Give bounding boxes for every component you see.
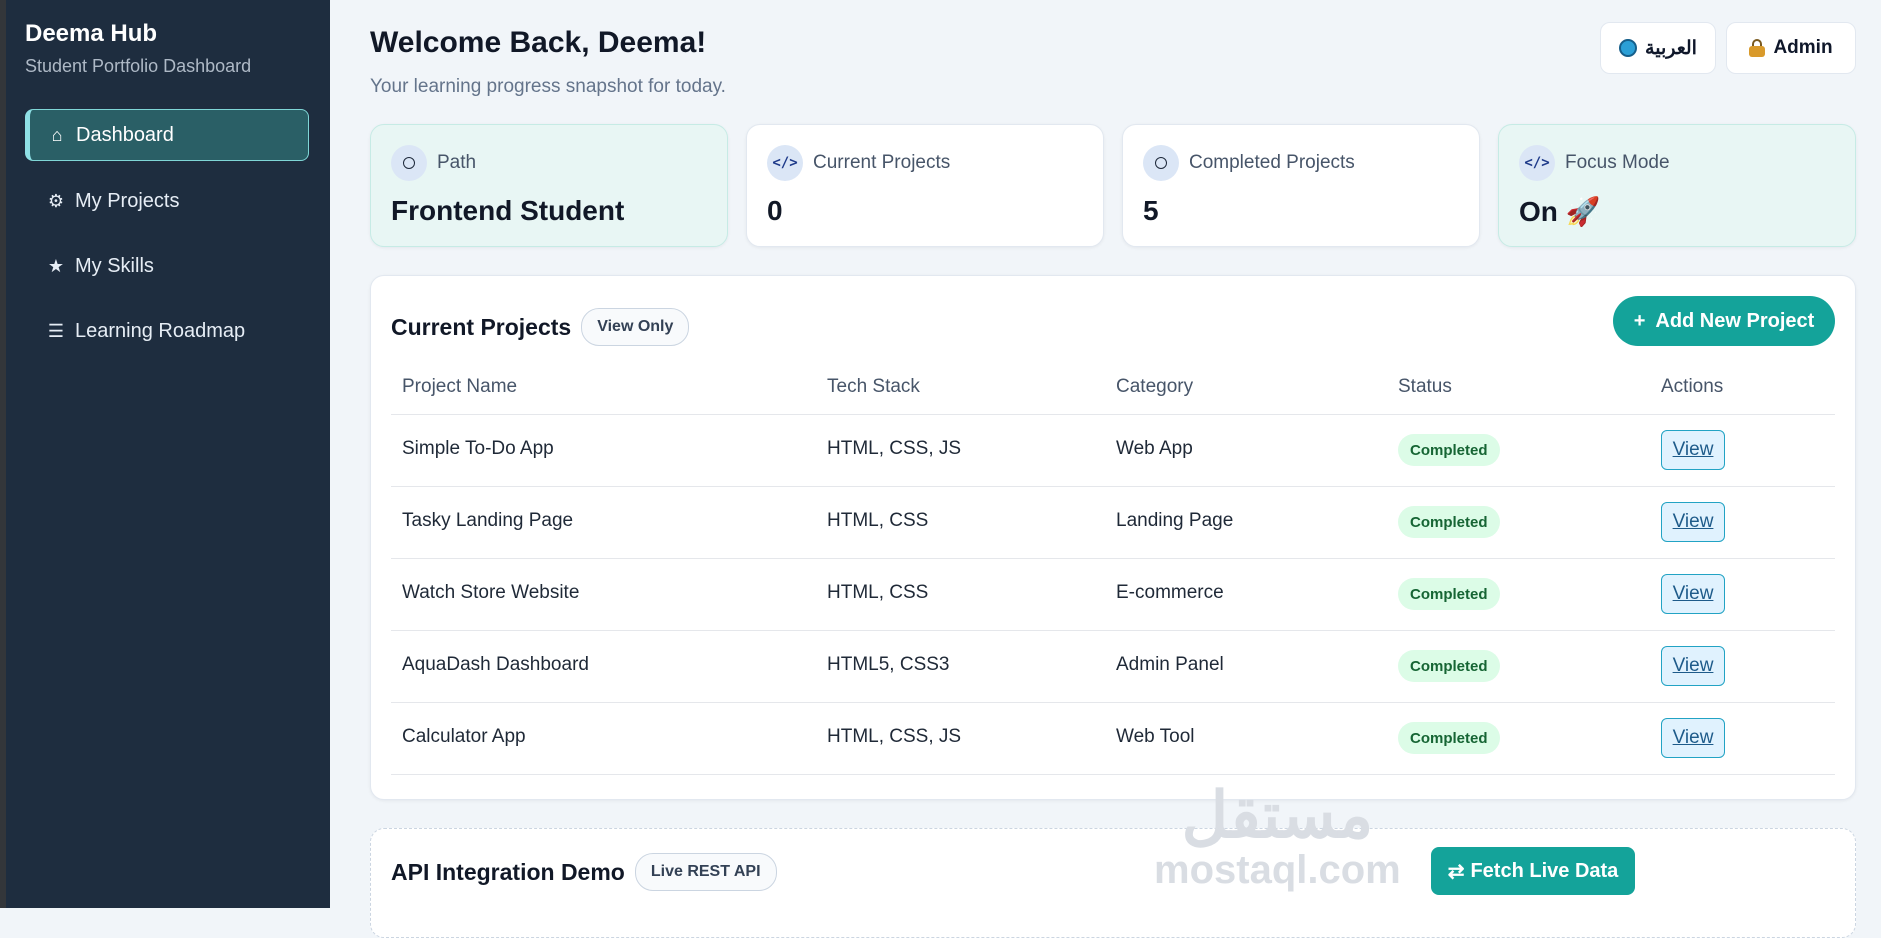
status-badge: Completed [1398,650,1500,682]
code-icon: </> [1519,145,1555,181]
sidebar-item-my-projects[interactable]: ⚙ My Projects [25,175,309,227]
api-panel: API Integration Demo Live REST API ⇄ Fet… [370,828,1856,938]
stat-label: Completed Projects [1189,152,1355,173]
tech-stack: HTML5, CSS3 [827,654,950,675]
column-header: Category [1116,376,1194,397]
status-badge: Completed [1398,722,1500,754]
category: Landing Page [1116,510,1234,531]
category: Web App [1116,438,1193,459]
plus-icon: + [1633,309,1646,332]
project-name: Calculator App [402,726,526,747]
view-button[interactable]: View [1661,646,1725,686]
sidebar-item-label: Dashboard [76,123,174,146]
live-api-badge: Live REST API [634,853,777,891]
category: Web Tool [1116,726,1195,747]
stat-card-focus-mode: </> Focus Mode On 🚀 [1498,124,1856,247]
project-name: Watch Store Website [402,582,580,603]
projects-panel: Current Projects View Only + Add New Pro… [370,275,1856,800]
globe-icon [1619,39,1638,57]
star-icon: ★ [47,255,65,276]
swap-icon: ⇄ [1447,860,1465,883]
admin-button[interactable]: Admin [1726,22,1856,74]
list-icon: ☰ [47,320,65,341]
tech-stack: HTML, CSS [827,582,929,603]
view-button[interactable]: View [1661,574,1725,614]
section-title: Current Projects [391,313,572,340]
view-only-badge: View Only [581,308,690,346]
add-project-button[interactable]: + Add New Project [1613,296,1835,346]
tech-stack: HTML, CSS [827,510,929,531]
table-row: Calculator App HTML, CSS, JS Web Tool Co… [391,702,1835,775]
admin-label: Admin [1773,37,1833,58]
view-button[interactable]: View [1661,718,1725,758]
column-header: Project Name [402,376,518,397]
main-content: Welcome Back, Deema! Your learning progr… [330,0,1881,938]
stat-value: 0 [767,195,783,226]
category: Admin Panel [1116,654,1224,675]
sidebar-item-my-skills[interactable]: ★ My Skills [25,240,309,292]
stat-label: Current Projects [813,152,951,173]
column-header: Tech Stack [827,376,920,397]
column-header: Status [1398,376,1452,397]
fetch-data-label: Fetch Live Data [1470,859,1619,882]
stat-card-completed-projects: Completed Projects 5 [1122,124,1480,247]
table-row: Simple To-Do App HTML, CSS, JS Web App C… [391,414,1835,487]
project-name: AquaDash Dashboard [402,654,589,675]
page-title: Welcome Back, Deema! [370,26,707,59]
project-name: Tasky Landing Page [402,510,574,531]
table-row: Tasky Landing Page HTML, CSS Landing Pag… [391,486,1835,559]
status-badge: Completed [1398,434,1500,466]
project-name: Simple To-Do App [402,438,554,459]
stat-label: Focus Mode [1565,152,1670,173]
lock-icon [1749,39,1766,57]
sidebar-item-learning-roadmap[interactable]: ☰ Learning Roadmap [25,305,309,357]
code-icon: </> [767,145,803,181]
view-button[interactable]: View [1661,502,1725,542]
status-badge: Completed [1398,578,1500,610]
table-row: AquaDash Dashboard HTML5, CSS3 Admin Pan… [391,630,1835,703]
tech-stack: HTML, CSS, JS [827,438,962,459]
gear-icon: ⚙ [47,190,65,211]
table-header: Project Name Tech Stack Category Status … [391,362,1835,415]
view-button[interactable]: View [1661,430,1725,470]
sidebar-item-label: My Skills [75,254,154,277]
tech-stack: HTML, CSS, JS [827,726,962,747]
stat-value: 5 [1143,195,1159,226]
home-icon: ⌂ [51,124,63,145]
sidebar-item-label: My Projects [75,189,180,212]
section-title: API Integration Demo [391,858,625,885]
sidebar-item-dashboard[interactable]: ⌂ Dashboard [25,109,309,161]
language-label: العربية [1645,37,1697,59]
stat-card-current-projects: </> Current Projects 0 [746,124,1104,247]
sidebar: Deema Hub Student Portfolio Dashboard ⌂ … [6,0,330,908]
category: E-commerce [1116,582,1224,603]
circle-icon [1143,145,1179,181]
brand-title: Deema Hub [25,20,158,47]
add-project-label: Add New Project [1655,309,1815,332]
language-button[interactable]: العربية [1600,22,1716,74]
table-row: Watch Store Website HTML, CSS E-commerce… [391,558,1835,631]
column-header: Actions [1661,376,1724,397]
stat-value: On 🚀 [1519,196,1601,227]
fetch-data-button[interactable]: ⇄ Fetch Live Data [1431,847,1635,895]
status-badge: Completed [1398,506,1500,538]
circle-icon [391,145,427,181]
stat-card-path: Path Frontend Student [370,124,728,247]
brand-subtitle: Student Portfolio Dashboard [25,56,252,76]
stat-label: Path [437,152,477,173]
stat-value: Frontend Student [391,195,625,226]
sidebar-item-label: Learning Roadmap [75,319,246,342]
page-subtitle: Your learning progress snapshot for toda… [370,76,726,97]
